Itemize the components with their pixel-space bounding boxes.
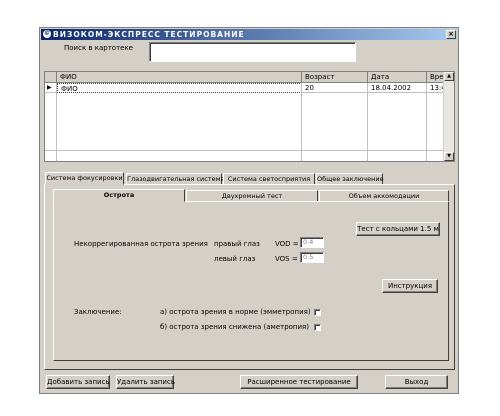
instruction-button[interactable]: Инструкция	[382, 279, 438, 293]
extended-testing-button[interactable]: Расширенное тестирование	[240, 375, 358, 389]
subtab-panel: Некоррегированная острота зрения правый …	[53, 201, 449, 361]
column-header-age[interactable]: Возраст	[302, 72, 368, 83]
tab-focusing-system[interactable]: Система фокусировки	[45, 172, 124, 185]
main-window: © ВИЗОКОМ-ЭКСПРЕСС ТЕСТИРОВАНИЕ × Поиск …	[39, 27, 459, 394]
column-header-date[interactable]: Дата	[368, 72, 427, 83]
option-reduced-checkbox[interactable]	[314, 324, 321, 331]
exit-button[interactable]: Выход	[385, 375, 448, 389]
tab-panel: Острота Двухромный тест Объем аккомодаци…	[44, 184, 455, 370]
grid-line	[45, 150, 445, 151]
vos-input[interactable]: 0.5	[300, 252, 324, 263]
rings-test-button[interactable]: Тест с кольцами 1.5 м	[356, 222, 440, 236]
vos-label: VOS =	[275, 255, 298, 263]
table-row-date[interactable]: 18.04.2002	[368, 83, 427, 93]
option-reduced-label: б) острота зрения снижена (аметропия)	[160, 323, 309, 331]
scroll-up-icon[interactable]: ▲	[444, 72, 454, 81]
left-eye-label: левый глаз	[214, 255, 256, 263]
column-header-fio[interactable]: ФИО	[57, 72, 302, 83]
search-label: Поиск в картотеке	[64, 44, 133, 52]
option-normal-checkbox[interactable]	[314, 309, 321, 316]
vod-input[interactable]: 0.4	[300, 237, 324, 248]
app-icon: ©	[43, 30, 51, 38]
option-normal-label: а) острота зрения в норме (эмметропия)	[160, 308, 311, 316]
window-title: ВИЗОКОМ-ЭКСПРЕСС ТЕСТИРОВАНИЕ	[53, 30, 245, 39]
acuity-label: Некоррегированная острота зрения	[74, 240, 208, 248]
table-row-fio[interactable]: ФИО	[57, 83, 302, 93]
right-eye-label: правый глаз	[214, 240, 260, 248]
vod-label: VOD =	[275, 240, 299, 248]
patient-table: ФИО Возраст Дата Время ▶ ФИО 20 18.04.20…	[44, 71, 455, 162]
delete-record-button[interactable]: Удалить запись	[116, 375, 175, 389]
subtab-acuity[interactable]: Острота	[53, 189, 185, 202]
vertical-scrollbar[interactable]: ▲ ▼	[443, 72, 454, 161]
scroll-down-icon[interactable]: ▼	[444, 152, 454, 161]
table-corner	[45, 72, 57, 83]
title-bar: © ВИЗОКОМ-ЭКСПРЕСС ТЕСТИРОВАНИЕ ×	[41, 29, 457, 40]
close-button[interactable]: ×	[446, 30, 456, 39]
conclusion-label: Заключение:	[74, 308, 122, 316]
table-row-age[interactable]: 20	[302, 83, 368, 93]
search-input[interactable]	[149, 42, 356, 62]
add-record-button[interactable]: Добавить запись	[46, 375, 110, 389]
